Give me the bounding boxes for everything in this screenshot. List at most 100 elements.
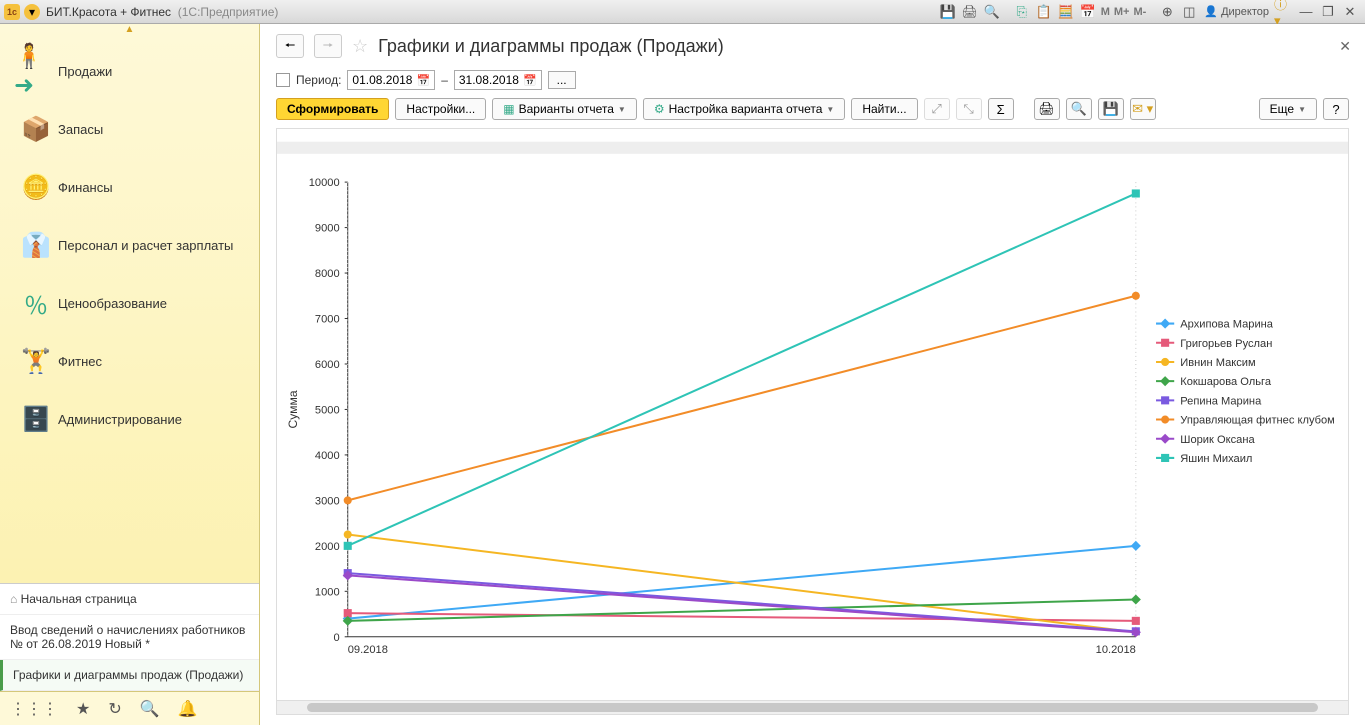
memory-mminus[interactable]: M- [1133, 6, 1146, 18]
tab-doc[interactable]: Ввод сведений о начислениях работников №… [0, 615, 259, 660]
more-button[interactable]: Еще▼ [1259, 98, 1317, 120]
nav-sales[interactable]: 🧍➜ Продажи [0, 42, 259, 100]
variant-config-button[interactable]: ⚙Настройка варианта отчета▼ [643, 98, 846, 120]
period-toolbar: Период: 01.08.2018📅 – 31.08.2018📅 ... [260, 66, 1365, 94]
calendar-to-icon[interactable]: 📅 [523, 74, 537, 87]
collapse-sidebar-icon[interactable]: ▲ [0, 24, 259, 42]
sales-chart: 0100020003000400050006000700080009000100… [277, 129, 1348, 700]
sidebar: ▲ 🧍➜ Продажи 📦 Запасы 🪙 Финансы 👔 Персон… [0, 24, 260, 725]
svg-text:5000: 5000 [315, 404, 340, 416]
nav-pricing[interactable]: ％ Ценообразование [0, 274, 259, 332]
close-window-icon[interactable]: ✕ [1340, 3, 1360, 21]
preview-icon[interactable]: 🔍 [982, 3, 1002, 21]
svg-text:9000: 9000 [315, 223, 340, 235]
svg-text:Репина Марина: Репина Марина [1180, 395, 1262, 407]
svg-text:Яшин Михаил: Яшин Михаил [1180, 453, 1252, 465]
sum-icon[interactable]: Σ [988, 98, 1014, 120]
search-icon[interactable]: 🔍 [140, 699, 160, 719]
actions-toolbar: Сформировать Настройки... ▦Варианты отче… [260, 94, 1365, 124]
compare-icon[interactable]: ⎘ [1012, 3, 1032, 21]
svg-text:Архипова Марина: Архипова Марина [1180, 319, 1274, 331]
content: ✕ 🠔 🠖 ☆ Графики и диаграммы продаж (Прод… [260, 24, 1365, 725]
svg-text:Кокшарова Ольга: Кокшарова Ольга [1180, 376, 1272, 388]
form-button[interactable]: Сформировать [276, 98, 389, 120]
nav-finance[interactable]: 🪙 Финансы [0, 158, 259, 216]
preview-report-icon[interactable]: 🔍 [1066, 98, 1092, 120]
svg-text:Управляющая фитнес клубом: Управляющая фитнес клубом [1180, 415, 1335, 427]
calendar-from-icon[interactable]: 📅 [416, 74, 430, 87]
apps-icon[interactable]: ⋮⋮⋮ [10, 699, 58, 719]
close-page-icon[interactable]: ✕ [1339, 38, 1351, 55]
svg-text:Шорик Оксана: Шорик Оксана [1180, 434, 1255, 446]
svg-text:Григорьев Руслан: Григорьев Руслан [1180, 338, 1272, 350]
period-picker-button[interactable]: ... [548, 71, 576, 89]
history-icon[interactable]: ↻ [108, 699, 121, 719]
maximize-icon[interactable]: ❐ [1318, 3, 1338, 21]
nav-hr[interactable]: 👔 Персонал и расчет зарплаты [0, 216, 259, 274]
memory-mplus[interactable]: M+ [1114, 6, 1130, 18]
hr-icon: 👔 [14, 228, 58, 262]
app-icon: 1c [4, 4, 20, 20]
date-to-input[interactable]: 31.08.2018📅 [454, 70, 542, 90]
user-label[interactable]: 👤 Директор [1204, 5, 1269, 18]
save-report-icon[interactable]: 💾 [1098, 98, 1124, 120]
app-menu-dropdown[interactable]: ▾ [24, 4, 40, 20]
print-report-icon[interactable]: 🖨 [1034, 98, 1060, 120]
svg-text:7000: 7000 [315, 314, 340, 326]
notifications-icon[interactable]: 🔔 [178, 699, 198, 719]
title-bar: 1c ▾ БИТ.Красота + Фитнес (1С:Предприяти… [0, 0, 1365, 24]
open-tabs: Начальная страница Ввод сведений о начис… [0, 583, 259, 691]
help-button[interactable]: ? [1323, 98, 1349, 120]
fitness-icon: 🏋️ [14, 344, 58, 378]
settings-button[interactable]: Настройки... [395, 98, 486, 120]
svg-text:Ивнин Максим: Ивнин Максим [1180, 357, 1255, 369]
app-title: БИТ.Красота + Фитнес (1С:Предприятие) [46, 5, 278, 19]
memory-m[interactable]: M [1101, 6, 1110, 18]
find-button[interactable]: Найти... [851, 98, 917, 120]
nav: 🧍➜ Продажи 📦 Запасы 🪙 Финансы 👔 Персонал… [0, 42, 259, 448]
minimize-icon[interactable]: — [1296, 3, 1316, 21]
nav-admin[interactable]: 🗄️ Администрирование [0, 390, 259, 448]
stock-icon: 📦 [14, 112, 58, 146]
favorites-icon[interactable]: ★ [76, 699, 90, 719]
tab-report-active[interactable]: Графики и диаграммы продаж (Продажи) [0, 660, 259, 691]
svg-text:10.2018: 10.2018 [1096, 644, 1136, 656]
info-icon[interactable]: ⓘ ▾ [1274, 3, 1294, 21]
date-from-input[interactable]: 01.08.2018📅 [347, 70, 435, 90]
print-icon[interactable]: 🖨 [960, 3, 980, 21]
svg-text:4000: 4000 [315, 450, 340, 462]
copy-icon[interactable]: 📋 [1034, 3, 1054, 21]
nav-back-button[interactable]: 🠔 [276, 34, 304, 58]
finance-icon: 🪙 [14, 170, 58, 204]
svg-text:10000: 10000 [309, 177, 340, 189]
favorite-star-icon[interactable]: ☆ [352, 36, 368, 57]
nav-fitness[interactable]: 🏋️ Фитнес [0, 332, 259, 390]
horizontal-scrollbar[interactable] [277, 700, 1348, 714]
expand-icon[interactable]: ⤢ [924, 98, 950, 120]
collapse-icon[interactable]: ⤡ [956, 98, 982, 120]
svg-text:1000: 1000 [315, 586, 340, 598]
zoom-icon[interactable]: ⊕ [1157, 3, 1177, 21]
sales-icon: 🧍➜ [14, 54, 58, 88]
bottom-toolbar: ⋮⋮⋮ ★ ↻ 🔍 🔔 [0, 691, 259, 725]
svg-text:3000: 3000 [315, 495, 340, 507]
svg-text:09.2018: 09.2018 [348, 644, 388, 656]
save-icon[interactable]: 💾 [938, 3, 958, 21]
chart-container: 0100020003000400050006000700080009000100… [276, 128, 1349, 715]
period-label: Период: [296, 73, 341, 87]
svg-text:8000: 8000 [315, 268, 340, 280]
svg-text:2000: 2000 [315, 541, 340, 553]
tab-home[interactable]: Начальная страница [0, 584, 259, 615]
email-report-icon[interactable]: ✉ ▾ [1130, 98, 1156, 120]
pricing-icon: ％ [14, 286, 58, 320]
svg-text:6000: 6000 [315, 359, 340, 371]
calc-icon[interactable]: 🧮 [1056, 3, 1076, 21]
page-title: Графики и диаграммы продаж (Продажи) [378, 36, 724, 57]
panels-icon[interactable]: ◫ [1179, 3, 1199, 21]
svg-text:Сумма: Сумма [286, 390, 300, 428]
period-checkbox[interactable] [276, 73, 290, 87]
nav-forward-button[interactable]: 🠖 [314, 34, 342, 58]
calendar-icon[interactable]: 📅 [1078, 3, 1098, 21]
nav-stock[interactable]: 📦 Запасы [0, 100, 259, 158]
variants-button[interactable]: ▦Варианты отчета▼ [492, 98, 637, 120]
